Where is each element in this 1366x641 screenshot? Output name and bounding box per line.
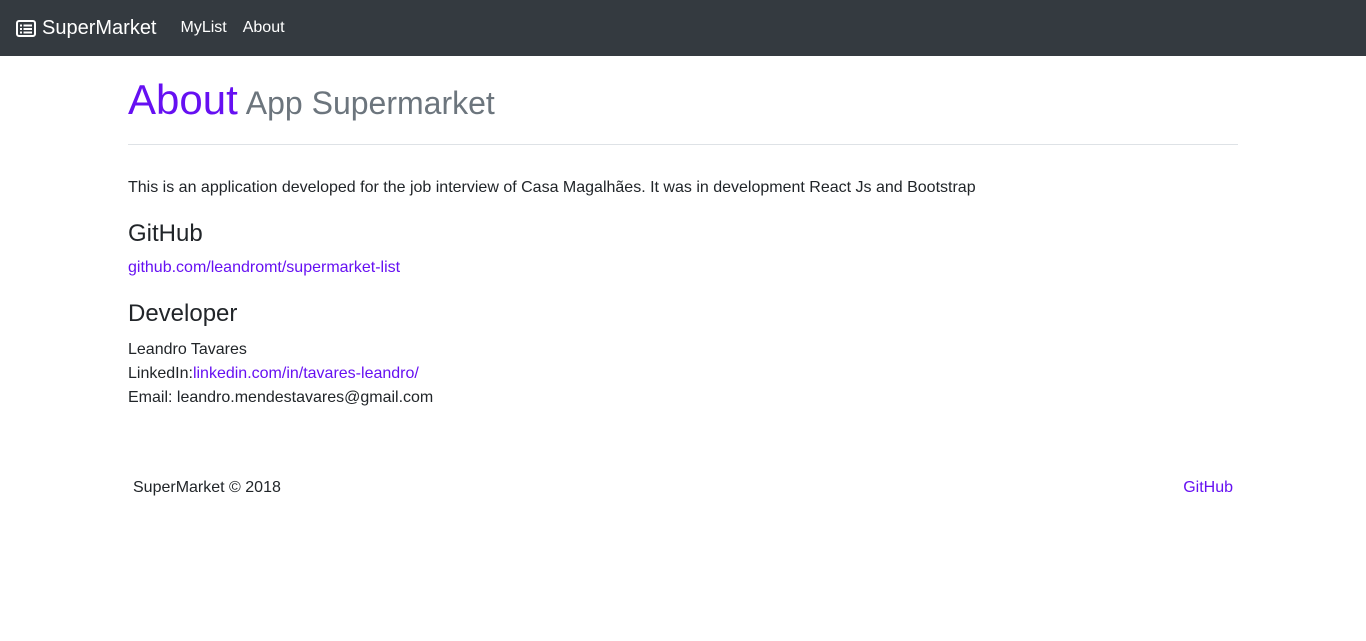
brand-label: SuperMarket — [42, 16, 157, 39]
about-description: This is an application developed for the… — [128, 179, 976, 196]
main-content: About App Supermarket This is an applicat… — [128, 56, 1238, 500]
page-title: About — [128, 76, 238, 123]
nav-link-about[interactable]: About — [243, 19, 285, 37]
github-repo-link[interactable]: github.com/leandromt/supermarket-list — [128, 258, 1238, 278]
developer-heading: Developer — [128, 300, 238, 327]
developer-info: Leandro Tavares LinkedIn:linkedin.com/in… — [128, 338, 1238, 410]
navbar: SuperMarket MyList About — [0, 0, 1366, 56]
footer-copyright: SuperMarket © 2018 — [133, 479, 281, 496]
footer: SuperMarket © 2018 GitHub — [128, 476, 1238, 500]
linkedin-label: LinkedIn: — [128, 365, 193, 382]
linkedin-line: LinkedIn:linkedin.com/in/tavares-leandro… — [128, 362, 1238, 386]
brand-link[interactable]: SuperMarket — [16, 17, 157, 40]
page-subtitle: App Supermarket — [245, 85, 495, 121]
email-line: Email: leandro.mendestavares@gmail.com — [128, 389, 434, 406]
github-heading: GitHub — [128, 220, 203, 247]
footer-github-link[interactable]: GitHub — [1183, 476, 1233, 500]
linkedin-link[interactable]: linkedin.com/in/tavares-leandro/ — [193, 365, 419, 382]
nav-link-mylist[interactable]: MyList — [181, 19, 227, 37]
developer-name: Leandro Tavares — [128, 341, 247, 358]
page-header: About App Supermarket — [128, 56, 1238, 145]
list-alt-icon — [16, 19, 36, 37]
